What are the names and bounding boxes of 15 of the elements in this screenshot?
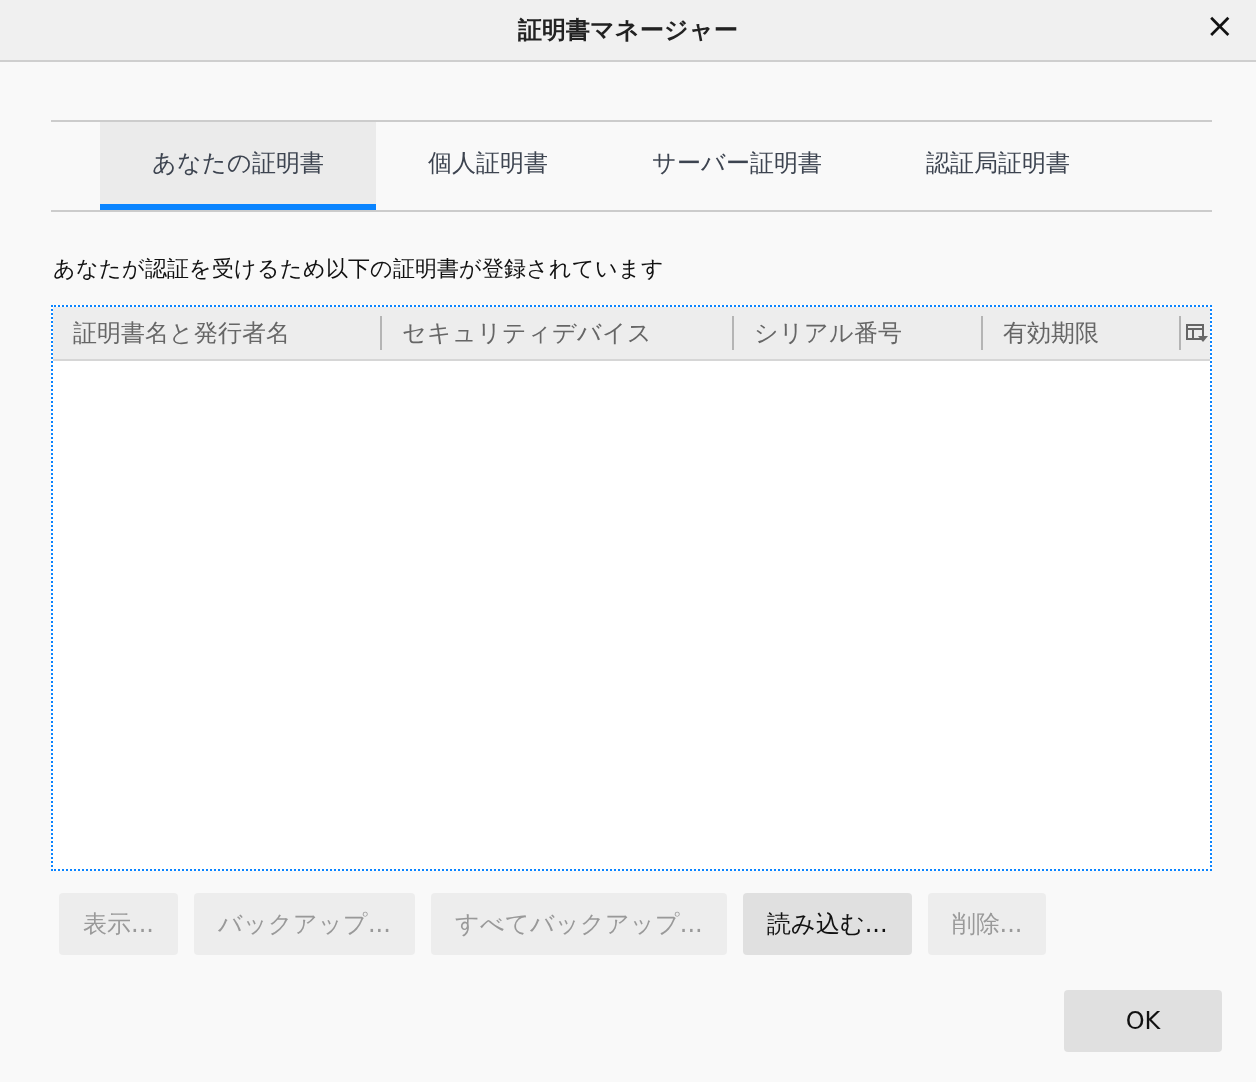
ok-button[interactable]: OK bbox=[1064, 990, 1222, 1052]
close-button[interactable]: × bbox=[1205, 8, 1234, 42]
window-title: 証明書マネージャー bbox=[518, 15, 738, 46]
column-header[interactable]: セキュリティデバイス bbox=[382, 316, 734, 350]
tab[interactable]: 認証局証明書 bbox=[874, 122, 1122, 210]
column-header[interactable]: 有効期限 bbox=[983, 316, 1181, 350]
tab[interactable]: サーバー証明書 bbox=[600, 122, 874, 210]
tab[interactable]: あなたの証明書 bbox=[100, 122, 376, 210]
column-header[interactable]: シリアル番号 bbox=[734, 316, 983, 350]
action-button[interactable]: 読み込む... bbox=[742, 893, 912, 955]
column-header[interactable]: 証明書名と発行者名 bbox=[53, 316, 382, 350]
column-picker-icon[interactable] bbox=[1186, 323, 1208, 343]
certificate-list[interactable]: 証明書名と発行者名 セキュリティデバイス シリアル番号 有効期限 bbox=[51, 305, 1212, 871]
description-text: あなたが認証を受けるため以下の証明書が登録されています bbox=[53, 255, 665, 283]
tab[interactable]: 個人証明書 bbox=[376, 122, 600, 210]
